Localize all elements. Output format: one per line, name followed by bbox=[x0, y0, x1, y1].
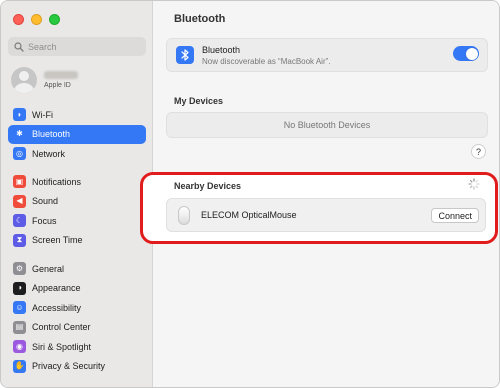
bluetooth-icon bbox=[176, 46, 194, 64]
sidebar-item-label: General bbox=[32, 263, 65, 274]
close-window-button[interactable] bbox=[13, 14, 24, 25]
window-controls bbox=[13, 14, 60, 25]
apple-id-account[interactable]: Apple ID bbox=[11, 67, 78, 93]
bluetooth-card: Bluetooth Now discoverable as “MacBook A… bbox=[166, 38, 488, 72]
discoverable-status: Now discoverable as “MacBook Air”. bbox=[202, 57, 331, 66]
gear-icon: ⚙ bbox=[13, 262, 26, 276]
sidebar-item-screen-time[interactable]: ⧗ Screen Time bbox=[8, 231, 146, 251]
no-devices-text: No Bluetooth Devices bbox=[283, 120, 371, 130]
speaker-icon: ◀ bbox=[13, 194, 26, 208]
sidebar-item-label: Screen Time bbox=[32, 235, 83, 246]
sidebar-item-general[interactable]: ⚙ General bbox=[8, 259, 146, 279]
my-devices-heading: My Devices bbox=[174, 96, 224, 106]
sidebar-item-label: Network bbox=[32, 148, 66, 159]
bluetooth-label: Bluetooth bbox=[202, 45, 241, 55]
sidebar-item-label: Control Center bbox=[32, 322, 91, 333]
sidebar-item-label: Notifications bbox=[32, 176, 82, 187]
my-devices-list: No Bluetooth Devices bbox=[166, 112, 488, 138]
sidebar: Apple ID ◗ Wi-Fi ✱ Bluetooth ◎ Network ▣ Notif… bbox=[1, 1, 153, 387]
sidebar-item-label: Appearance bbox=[32, 283, 81, 294]
hand-icon: ✋ bbox=[13, 359, 26, 373]
control-center-icon: ▤ bbox=[13, 320, 26, 334]
sidebar-item-label: Wi-Fi bbox=[32, 109, 53, 120]
sidebar-item-focus[interactable]: ☾ Focus bbox=[8, 211, 146, 231]
settings-window: Apple ID ◗ Wi-Fi ✱ Bluetooth ◎ Network ▣ Notif… bbox=[0, 0, 500, 388]
page-title: Bluetooth bbox=[174, 13, 226, 25]
hourglass-icon: ⧗ bbox=[13, 233, 26, 247]
sidebar-item-label: Bluetooth bbox=[32, 129, 71, 140]
sidebar-group-network: ◗ Wi-Fi ✱ Bluetooth ◎ Network bbox=[8, 105, 146, 164]
sidebar-item-sound[interactable]: ◀ Sound bbox=[8, 192, 146, 212]
globe-icon: ◎ bbox=[13, 147, 26, 161]
search-icon bbox=[14, 41, 24, 52]
sidebar-group-notifications: ▣ Notifications ◀ Sound ☾ Focus ⧗ Screen Time bbox=[8, 172, 146, 250]
connect-button[interactable]: Connect bbox=[431, 208, 479, 223]
sidebar-item-label: Focus bbox=[32, 215, 57, 226]
sidebar-item-notifications[interactable]: ▣ Notifications bbox=[8, 172, 146, 192]
sidebar-item-label: Accessibility bbox=[32, 302, 82, 313]
siri-icon: ◉ bbox=[13, 340, 26, 354]
sidebar-item-control-center[interactable]: ▤ Control Center bbox=[8, 318, 146, 338]
redacted-user-name bbox=[44, 71, 78, 79]
bluetooth-toggle[interactable] bbox=[453, 46, 479, 61]
bell-icon: ▣ bbox=[13, 175, 26, 189]
wifi-icon: ◗ bbox=[13, 108, 26, 122]
sidebar-item-appearance[interactable]: ◑ Appearance bbox=[8, 279, 146, 299]
sidebar-item-privacy-security[interactable]: ✋ Privacy & Security bbox=[8, 357, 146, 377]
sidebar-group-system: ⚙ General ◑ Appearance ☺ Accessibility ▤ Contro… bbox=[8, 259, 146, 376]
sidebar-item-wi-fi[interactable]: ◗ Wi-Fi bbox=[8, 105, 146, 125]
sidebar-item-label: Sound bbox=[32, 196, 59, 207]
apple-id-label: Apple ID bbox=[44, 82, 71, 89]
zoom-window-button[interactable] bbox=[49, 14, 60, 25]
moon-icon: ☾ bbox=[13, 214, 26, 228]
sidebar-item-siri-spotlight[interactable]: ◉ Siri & Spotlight bbox=[8, 337, 146, 357]
appearance-icon: ◑ bbox=[13, 281, 26, 295]
sidebar-item-network[interactable]: ◎ Network bbox=[8, 144, 146, 164]
sidebar-item-bluetooth[interactable]: ✱ Bluetooth bbox=[8, 124, 146, 144]
minimize-window-button[interactable] bbox=[31, 14, 42, 25]
accessibility-icon: ☺ bbox=[13, 301, 26, 315]
bluetooth-icon: ✱ bbox=[13, 127, 26, 141]
search-field[interactable] bbox=[8, 37, 146, 56]
help-button[interactable]: ? bbox=[471, 144, 486, 159]
sidebar-item-accessibility[interactable]: ☺ Accessibility bbox=[8, 298, 146, 318]
sidebar-item-label: Siri & Spotlight bbox=[32, 341, 92, 352]
sidebar-item-label: Privacy & Security bbox=[32, 361, 106, 372]
search-input[interactable] bbox=[28, 41, 138, 52]
avatar bbox=[11, 67, 37, 93]
